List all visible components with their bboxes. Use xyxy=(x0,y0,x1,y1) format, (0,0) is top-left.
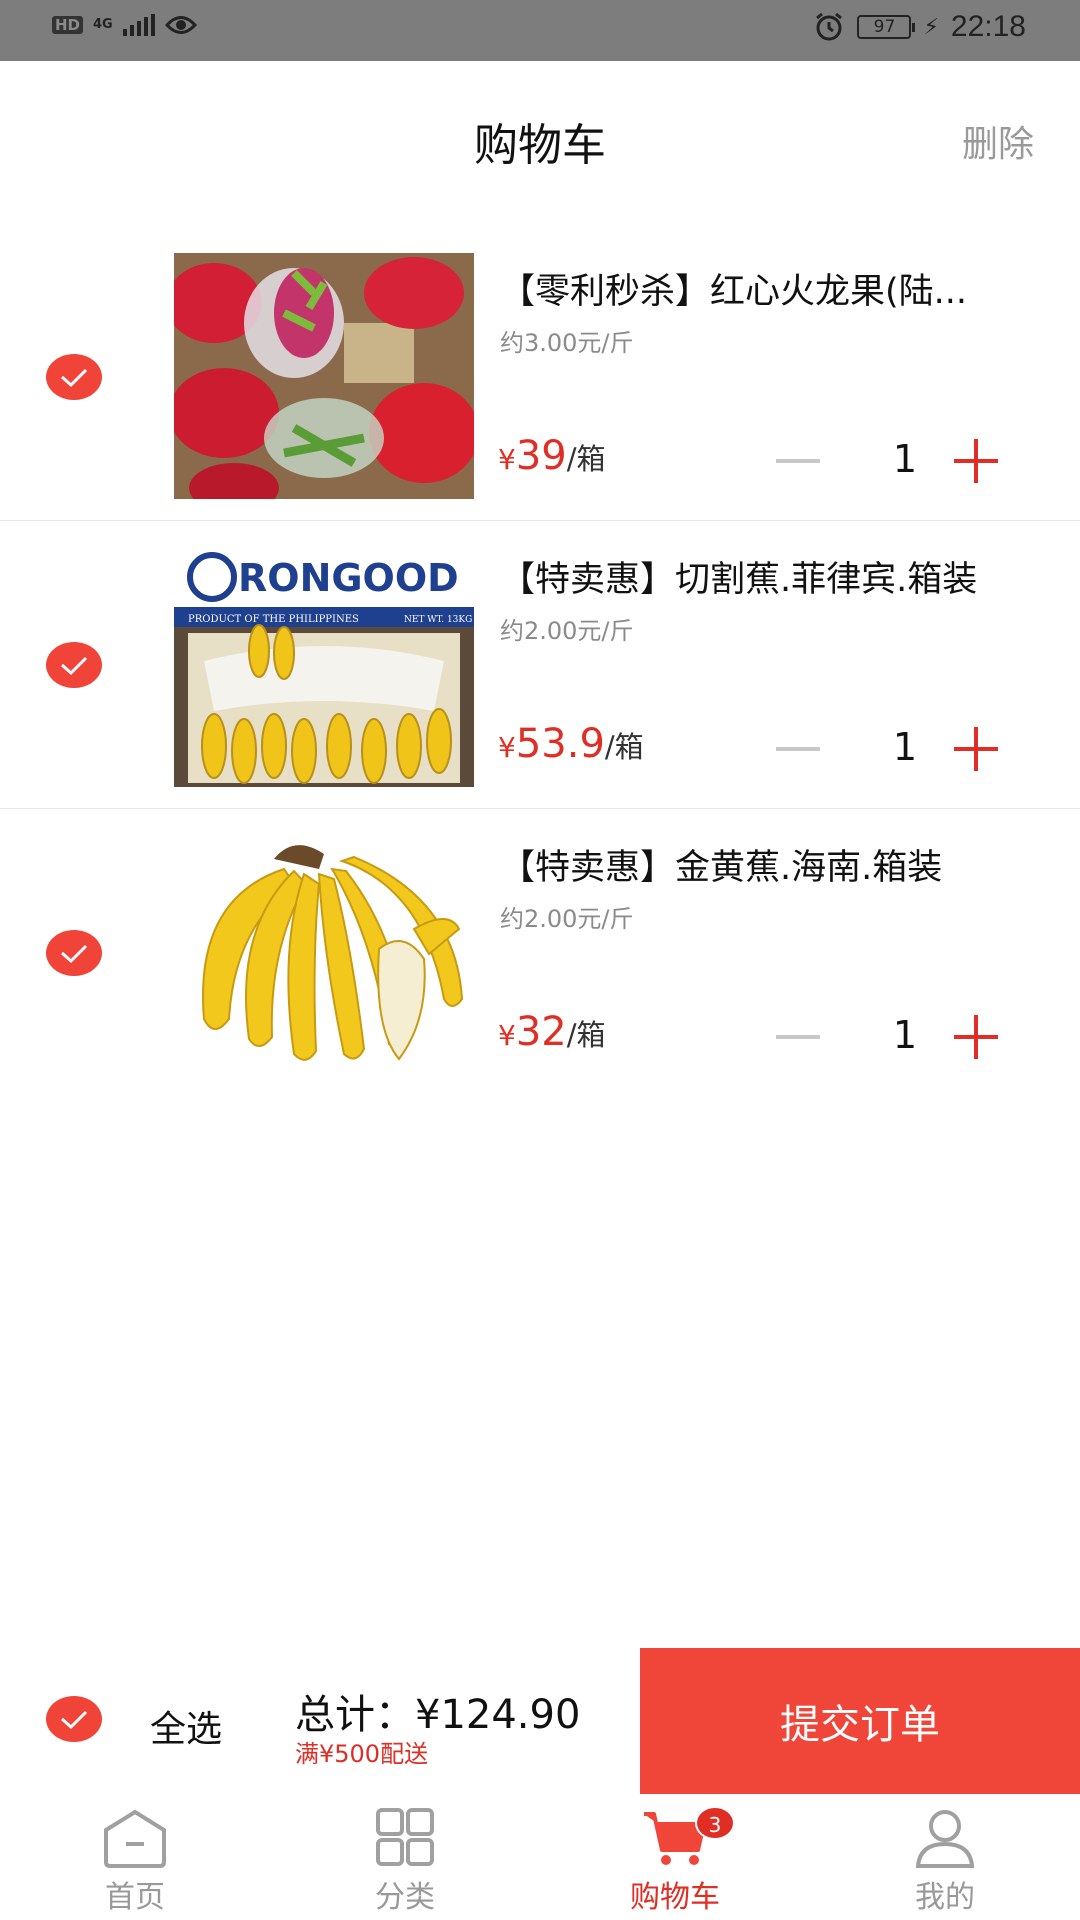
item-checkbox[interactable] xyxy=(46,354,102,400)
cart-item: RONGOOD PRODUCT OF THE PHILIPPINES NET W… xyxy=(0,521,1080,809)
item-name[interactable]: 【特卖惠】金黄蕉.海南.箱装 xyxy=(500,839,1068,890)
item-unit-price: 约2.00元/斤 xyxy=(500,905,634,933)
item-unit-price: 约3.00元/斤 xyxy=(500,329,634,357)
item-name[interactable]: 【零利秒杀】红心火龙果(陆... xyxy=(500,263,1068,314)
decrease-quantity-button[interactable] xyxy=(776,747,820,751)
increase-quantity-button[interactable] xyxy=(954,1015,998,1059)
tab-home[interactable]: 首页 xyxy=(35,1806,235,1916)
checkout-summary-bar: 全选 总计：¥124.90 满¥500配送 提交订单 xyxy=(0,1648,1080,1796)
currency-symbol: ¥ xyxy=(498,1019,516,1052)
submit-order-button[interactable]: 提交订单 xyxy=(640,1648,1080,1794)
price-unit: /箱 xyxy=(566,1018,606,1052)
item-price: ¥32/箱 xyxy=(498,1009,606,1055)
product-image-banana-bunch[interactable] xyxy=(174,829,474,1075)
select-all-checkbox[interactable] xyxy=(46,1696,102,1742)
charging-icon: ⚡ xyxy=(923,14,939,40)
hd-indicator: HD xyxy=(52,16,84,34)
cart-list: 【零利秒杀】红心火龙果(陆... 约3.00元/斤 ¥39/箱 1 RONGOO… xyxy=(0,233,1080,1097)
quantity-stepper: 1 xyxy=(770,1009,1010,1069)
tab-cart[interactable]: 3 购物车 xyxy=(575,1806,775,1916)
price-unit: /箱 xyxy=(566,442,606,476)
tab-label: 我的 xyxy=(915,1880,975,1915)
item-price: ¥39/箱 xyxy=(498,433,606,479)
box-origin-text: PRODUCT OF THE PHILIPPINES xyxy=(188,614,359,625)
delivery-threshold-note: 满¥500配送 xyxy=(295,1740,429,1768)
box-brand-text: RONGOOD xyxy=(238,556,459,600)
order-total: 总计：¥124.90 xyxy=(295,1692,581,1738)
tab-label: 首页 xyxy=(105,1880,165,1915)
checkmark-icon xyxy=(61,944,88,964)
status-bar: HD 4G 97 ⚡ 22:18 xyxy=(0,0,1080,61)
currency-symbol: ¥ xyxy=(498,443,516,476)
price-unit: /箱 xyxy=(604,730,644,764)
banana-bunch-image xyxy=(174,829,474,1075)
user-icon xyxy=(915,1810,975,1868)
cart-item: 【特卖惠】金黄蕉.海南.箱装 约2.00元/斤 ¥32/箱 1 xyxy=(0,809,1080,1097)
alarm-icon xyxy=(816,12,843,41)
checkmark-icon xyxy=(61,368,88,388)
item-unit-price: 约2.00元/斤 xyxy=(500,617,634,645)
network-type: 4G xyxy=(93,17,113,32)
price-amount: 53.9 xyxy=(515,721,605,767)
select-all-label[interactable]: 全选 xyxy=(150,1700,222,1752)
dragon-fruit-image xyxy=(174,253,474,499)
eye-icon xyxy=(164,16,197,34)
box-weight-text: NET WT. 13KG xyxy=(404,615,472,625)
quantity-value: 1 xyxy=(892,437,918,481)
price-amount: 39 xyxy=(515,433,567,479)
page-title: 购物车 xyxy=(474,120,606,171)
price-amount: 32 xyxy=(515,1009,567,1055)
decrease-quantity-button[interactable] xyxy=(776,459,820,463)
delete-button[interactable]: 删除 xyxy=(962,115,1034,167)
clock: 22:18 xyxy=(950,10,1026,43)
currency-symbol: ¥ xyxy=(498,731,516,764)
tab-profile[interactable]: 我的 xyxy=(845,1806,1045,1916)
cart-count-badge: 3 xyxy=(695,1806,735,1840)
checkmark-icon xyxy=(61,1710,88,1730)
quantity-stepper: 1 xyxy=(770,433,1010,493)
quantity-stepper: 1 xyxy=(770,721,1010,781)
decrease-quantity-button[interactable] xyxy=(776,1035,820,1039)
tab-category[interactable]: 分类 xyxy=(305,1806,505,1916)
item-checkbox[interactable] xyxy=(46,642,102,688)
item-price: ¥53.9/箱 xyxy=(498,721,644,767)
battery-icon: 97 xyxy=(857,15,916,39)
item-name[interactable]: 【特卖惠】切割蕉.菲律宾.箱装 xyxy=(500,551,1068,602)
quantity-value: 1 xyxy=(892,725,918,769)
cart-item: 【零利秒杀】红心火龙果(陆... 约3.00元/斤 ¥39/箱 1 xyxy=(0,233,1080,521)
item-checkbox[interactable] xyxy=(46,930,102,976)
category-icon xyxy=(376,1808,434,1866)
quantity-value: 1 xyxy=(892,1013,918,1057)
status-bar-left: HD 4G xyxy=(52,14,197,36)
checkmark-icon xyxy=(61,656,88,676)
page-header: 购物车 删除 xyxy=(0,61,1080,211)
tab-label: 购物车 xyxy=(630,1880,720,1915)
product-image-banana-box[interactable]: RONGOOD PRODUCT OF THE PHILIPPINES NET W… xyxy=(174,541,474,787)
status-bar-right: 97 ⚡ 22:18 xyxy=(813,10,1026,44)
home-icon xyxy=(104,1809,166,1868)
signal-icon xyxy=(122,14,155,36)
increase-quantity-button[interactable] xyxy=(954,439,998,483)
banana-box-image: RONGOOD PRODUCT OF THE PHILIPPINES NET W… xyxy=(174,541,474,787)
product-image-dragon-fruit[interactable] xyxy=(174,253,474,499)
increase-quantity-button[interactable] xyxy=(954,727,998,771)
bottom-tab-bar: 首页 分类 3 购物车 我的 xyxy=(0,1796,1080,1920)
tab-label: 分类 xyxy=(375,1880,435,1915)
